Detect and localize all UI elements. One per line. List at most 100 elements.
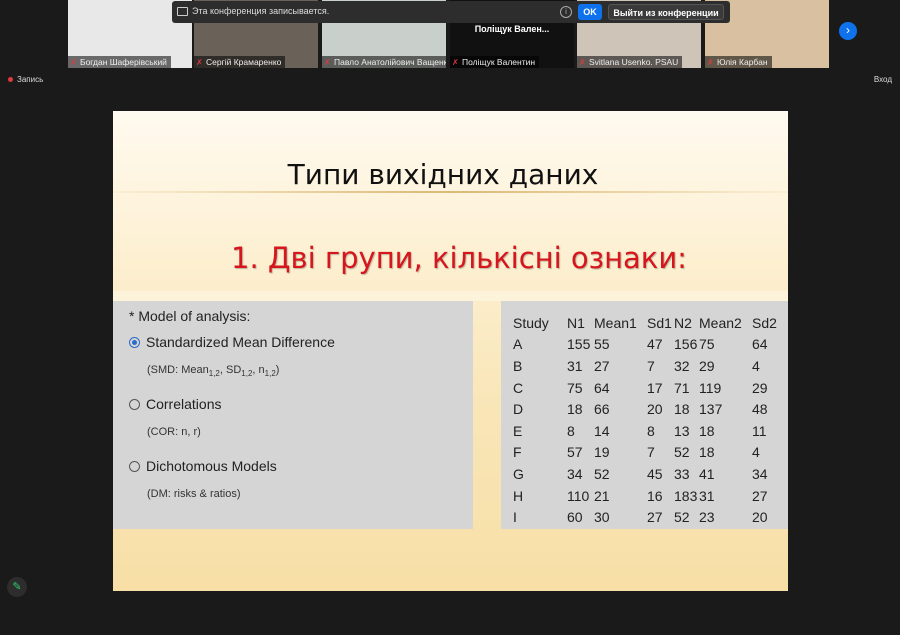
table-cell: 64 bbox=[752, 336, 768, 353]
table-header-cell: Sd1 bbox=[647, 314, 672, 331]
radio-selected-icon[interactable] bbox=[129, 337, 140, 348]
table-cell: E bbox=[513, 422, 523, 439]
table-cell: 18 bbox=[674, 401, 690, 418]
pencil-icon[interactable]: ✎ bbox=[7, 577, 27, 597]
table-cell: 18 bbox=[567, 401, 583, 418]
table-cell: F bbox=[513, 444, 522, 461]
table-row: D 18 66 20 18 137 48 bbox=[513, 398, 782, 420]
table-header-cell: N1 bbox=[567, 314, 585, 331]
recording-status: Запись bbox=[8, 75, 43, 84]
table-cell: 18 bbox=[699, 444, 715, 461]
table-cell: I bbox=[513, 509, 517, 526]
table-cell: 52 bbox=[674, 444, 690, 461]
exit-conference-button[interactable]: Выйти из конференции bbox=[608, 4, 724, 20]
shared-slide: Типи вихідних даних 1. Дві групи, кількі… bbox=[113, 111, 788, 591]
title-divider bbox=[113, 191, 788, 193]
recording-label: Запись bbox=[17, 75, 44, 84]
participant-name: ✗ Юлія Карбан bbox=[705, 56, 772, 68]
slide-subtitle: 1. Дві групи, кількісні ознаки: bbox=[231, 241, 687, 275]
model-header: * Model of analysis: bbox=[129, 308, 251, 324]
table-cell: 110 bbox=[567, 487, 590, 504]
table-header-cell: Study bbox=[513, 314, 549, 331]
table-cell: 45 bbox=[647, 465, 663, 482]
table-cell: 20 bbox=[752, 509, 768, 526]
table-cell: 29 bbox=[752, 379, 768, 396]
info-icon[interactable]: i bbox=[560, 6, 572, 18]
camera-icon bbox=[177, 7, 188, 16]
table-cell: H bbox=[513, 487, 524, 504]
muted-mic-icon: ✗ bbox=[196, 58, 203, 67]
table-cell: 27 bbox=[752, 487, 768, 504]
table-cell: 11 bbox=[752, 422, 767, 439]
table-cell: 13 bbox=[674, 422, 690, 439]
table-cell: 52 bbox=[674, 509, 690, 526]
table-cell: B bbox=[513, 357, 523, 374]
table-cell: 8 bbox=[647, 422, 655, 439]
table-cell: A bbox=[513, 336, 523, 353]
table-cell: 60 bbox=[567, 509, 583, 526]
table-cell: 17 bbox=[647, 379, 663, 396]
table-cell: 47 bbox=[647, 336, 663, 353]
muted-mic-icon: ✗ bbox=[324, 58, 331, 67]
option-dm-sub: (DM: risks & ratios) bbox=[147, 488, 241, 500]
table-cell: C bbox=[513, 379, 524, 396]
table-cell: 4 bbox=[752, 357, 760, 374]
table-cell: 7 bbox=[647, 357, 655, 374]
table-row: H 110 21 16 183 31 27 bbox=[513, 485, 782, 507]
table-cell: 34 bbox=[752, 465, 768, 482]
participant-name: ✗ Богдан Шаферівський bbox=[68, 56, 171, 68]
option-cor[interactable]: Correlations bbox=[129, 396, 221, 412]
table-header-cell: Mean1 bbox=[594, 314, 637, 331]
participant-name: ✗ Павло Анатолійович Ващенко bbox=[322, 56, 446, 68]
table-cell: 57 bbox=[567, 444, 583, 461]
table-cell: 27 bbox=[647, 509, 663, 526]
table-header-cell: N2 bbox=[674, 314, 692, 331]
table-cell: 75 bbox=[567, 379, 583, 396]
table-row: A 155 55 47 156 75 64 bbox=[513, 334, 782, 356]
participant-name: ✗ Svitlana Usenko. PSAU bbox=[577, 56, 683, 68]
table-cell: 7 bbox=[647, 444, 655, 461]
participant-name: ✗ Сергій Крамаренко bbox=[194, 56, 286, 68]
table-row: E 8 14 8 13 18 11 bbox=[513, 420, 782, 442]
table-cell: 29 bbox=[699, 357, 715, 374]
table-cell: 155 bbox=[567, 336, 591, 353]
table-row: F 57 19 7 52 18 4 bbox=[513, 442, 782, 464]
table-cell: 16 bbox=[647, 487, 663, 504]
option-dm[interactable]: Dichotomous Models bbox=[129, 458, 277, 474]
option-cor-sub: (COR: n, r) bbox=[147, 426, 201, 438]
muted-mic-icon: ✗ bbox=[707, 58, 714, 67]
enter-link[interactable]: Вход bbox=[874, 75, 892, 84]
ok-button[interactable]: OK bbox=[578, 4, 602, 20]
table-cell: 66 bbox=[594, 401, 610, 418]
next-page-arrow-icon[interactable]: › bbox=[839, 22, 857, 40]
table-cell: 119 bbox=[699, 379, 722, 396]
option-smd[interactable]: Standardized Mean Difference bbox=[129, 334, 335, 350]
table-cell: 156 bbox=[674, 336, 698, 353]
model-options-panel: * Model of analysis: Standardized Mean D… bbox=[113, 301, 473, 529]
table-cell: 32 bbox=[674, 357, 690, 374]
muted-mic-icon: ✗ bbox=[452, 58, 459, 67]
table-cell: 183 bbox=[674, 487, 698, 504]
table-cell: 21 bbox=[594, 487, 610, 504]
option-dm-label: Dichotomous Models bbox=[146, 458, 277, 474]
table-cell: 30 bbox=[594, 509, 610, 526]
radio-icon[interactable] bbox=[129, 399, 140, 410]
table-header-cell: Mean2 bbox=[699, 314, 742, 331]
table-row: B 31 27 7 32 29 4 bbox=[513, 355, 782, 377]
option-cor-label: Correlations bbox=[146, 396, 222, 412]
table-cell: 52 bbox=[594, 465, 610, 482]
table-cell: 18 bbox=[699, 422, 715, 439]
radio-icon[interactable] bbox=[129, 461, 140, 472]
table-cell: 14 bbox=[594, 422, 610, 439]
table-cell: 34 bbox=[567, 465, 583, 482]
table-cell: 20 bbox=[647, 401, 663, 418]
table-header-row: Study N1 Mean1 Sd1 N2 Mean2 Sd2 bbox=[513, 312, 782, 334]
table-cell: 64 bbox=[594, 379, 610, 396]
table-cell: 31 bbox=[567, 357, 583, 374]
table-cell: 48 bbox=[752, 401, 768, 418]
data-table: Study N1 Mean1 Sd1 N2 Mean2 Sd2 A 155 55 47 156 75 64… bbox=[513, 312, 782, 528]
table-cell: G bbox=[513, 465, 524, 482]
table-cell: 23 bbox=[699, 509, 715, 526]
option-smd-label: Standardized Mean Difference bbox=[146, 334, 335, 350]
record-dot-icon bbox=[8, 77, 13, 82]
